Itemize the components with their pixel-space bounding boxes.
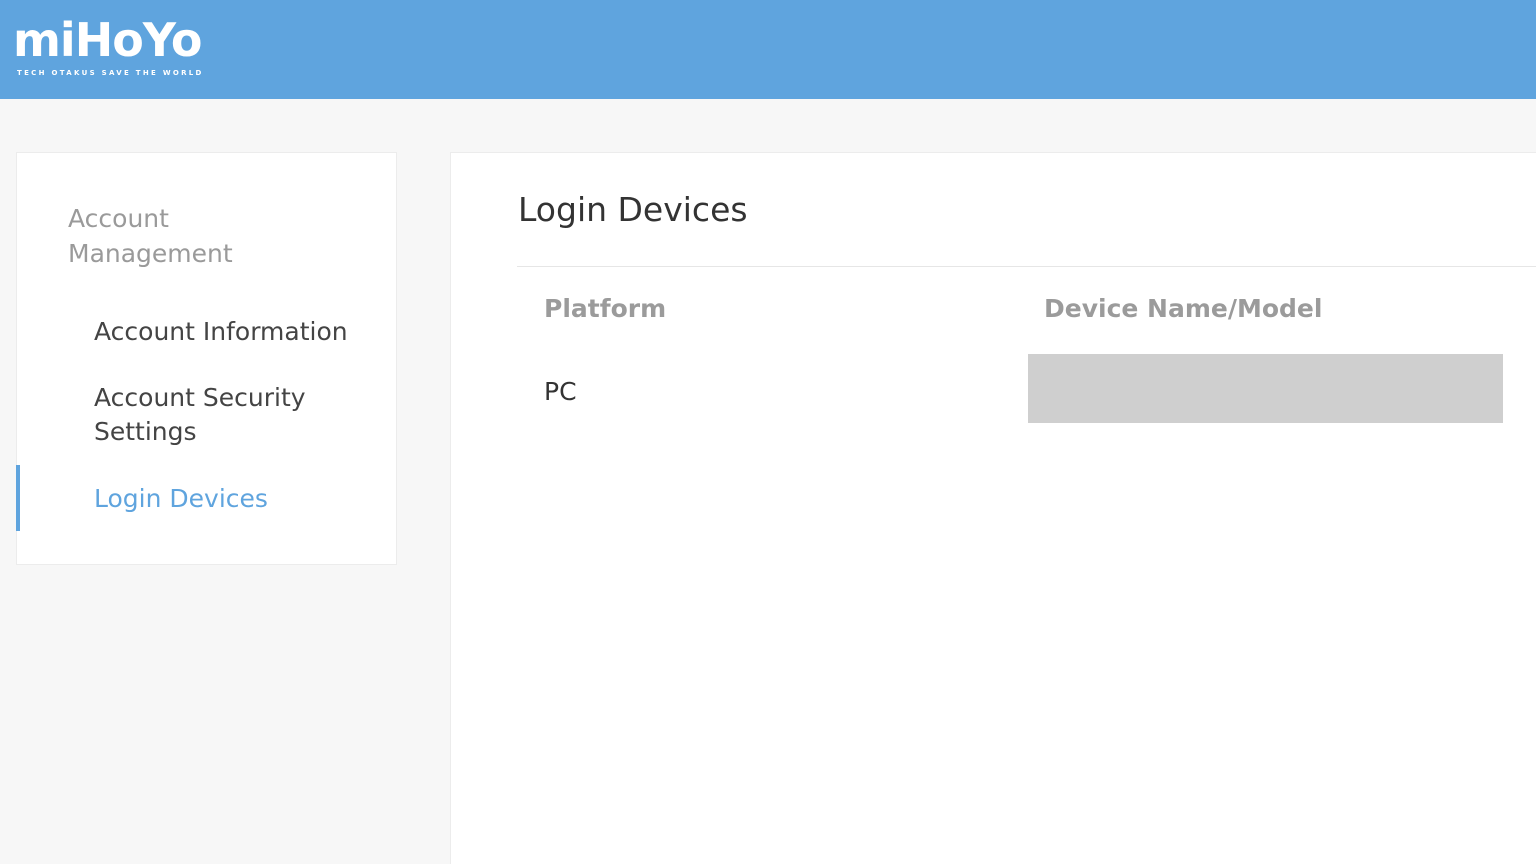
active-indicator-bar	[16, 465, 20, 531]
title-divider	[517, 266, 1536, 267]
sidebar-item-login-devices[interactable]: Login Devices	[94, 482, 384, 516]
sidebar-heading: Account Management	[68, 204, 233, 268]
redacted-device-name	[1028, 354, 1503, 423]
main-panel: Login Devices Platform Device Name/Model…	[450, 152, 1536, 864]
sidebar-item-account-information[interactable]: Account Information	[94, 315, 384, 349]
logo-wordmark: miHoYo	[13, 13, 202, 67]
top-header: miHoYo TECH OTAKUS SAVE THE WORLD	[0, 0, 1536, 99]
column-header-device-name: Device Name/Model	[1044, 294, 1323, 323]
mihoyo-logo[interactable]: miHoYo TECH OTAKUS SAVE THE WORLD	[13, 12, 204, 78]
table-cell-platform: PC	[544, 377, 577, 406]
account-sidebar: Account Management Account Information A…	[16, 152, 397, 565]
sidebar-item-account-security-settings[interactable]: Account Security Settings	[94, 381, 384, 449]
page-title: Login Devices	[518, 190, 748, 229]
logo-tagline: TECH OTAKUS SAVE THE WORLD	[17, 69, 204, 77]
column-header-platform: Platform	[544, 294, 667, 323]
